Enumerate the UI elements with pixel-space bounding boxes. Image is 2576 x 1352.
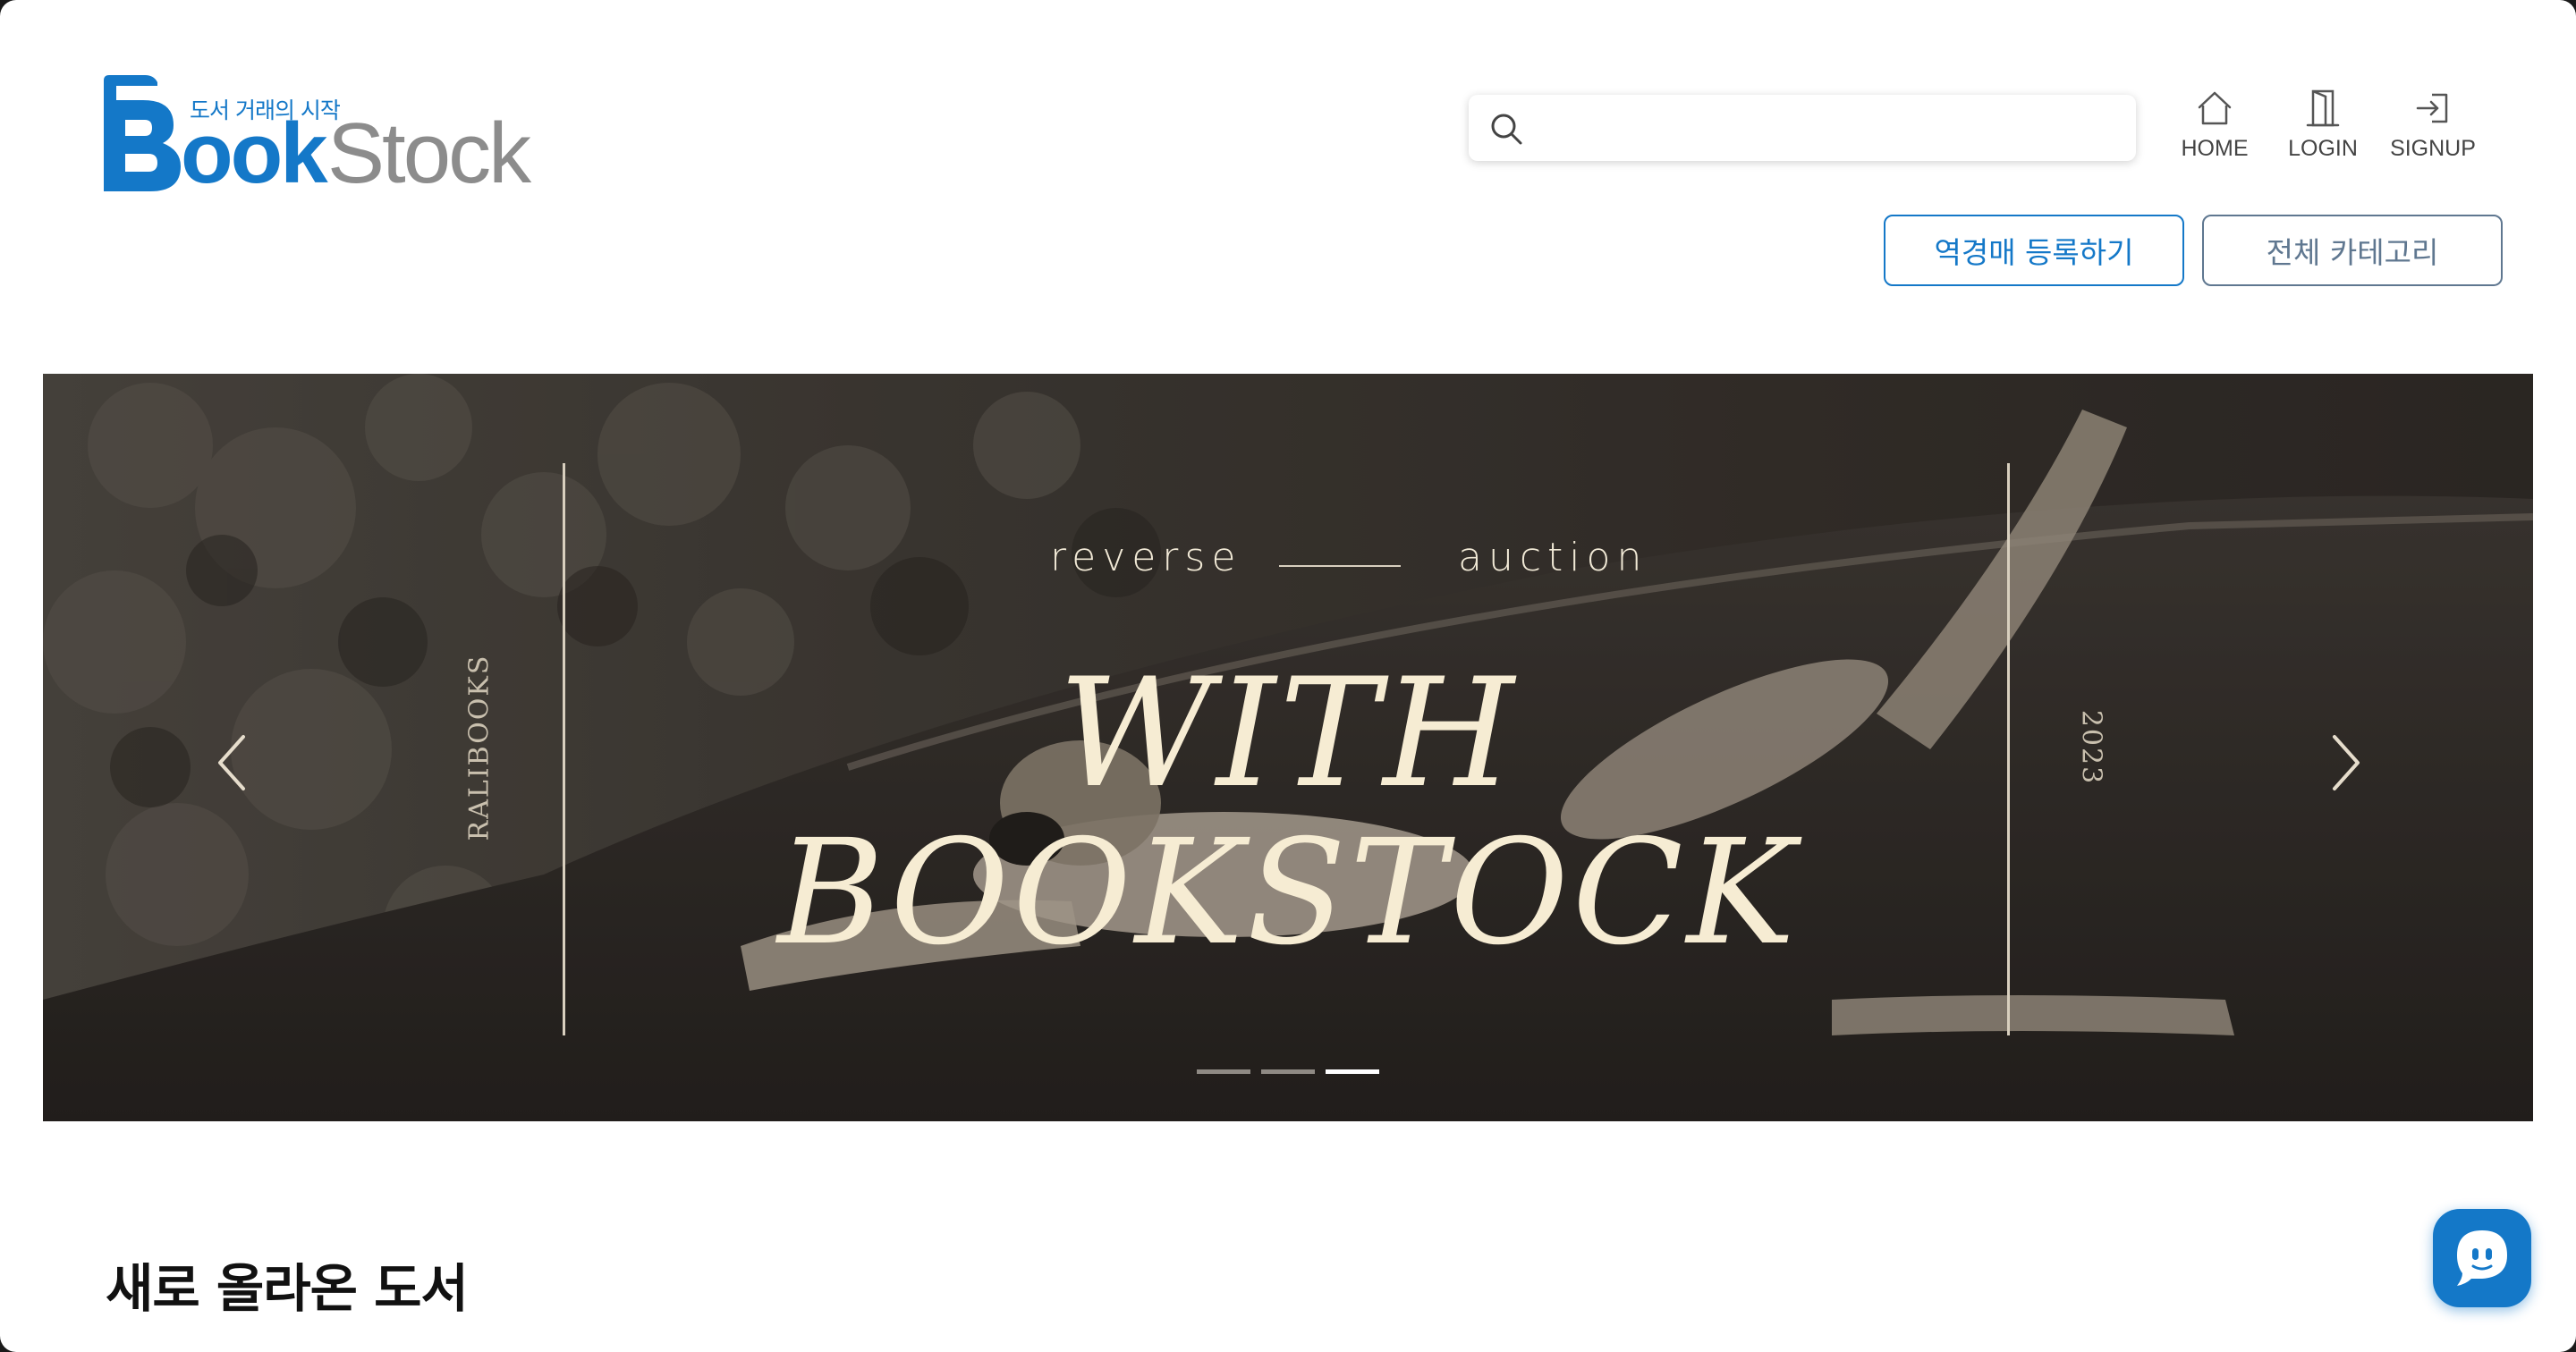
search-icon[interactable] [1488,111,1524,147]
hero-banner-carousel: RALIBOOKS 2023 reverse auction WITH BOOK… [43,374,2533,1121]
nav-home-label: HOME [2181,136,2249,161]
search-input[interactable] [1540,106,2116,152]
banner-kicker-auction: auction [1458,535,1648,580]
reverse-auction-register-button[interactable]: 역경매 등록하기 [1884,215,2184,286]
carousel-dot-3[interactable] [1326,1069,1379,1074]
search-bar[interactable] [1469,95,2136,161]
home-icon [2198,91,2232,125]
chat-button[interactable] [2433,1209,2531,1307]
all-categories-button[interactable]: 전체 카테고리 [2202,215,2503,286]
logo-text-stock: Stock [327,106,531,201]
sign-in-icon [2416,93,2448,123]
carousel-dot-2[interactable] [1261,1069,1315,1074]
banner-kicker-reverse: reverse [1050,535,1242,580]
nav-signup[interactable]: SIGNUP [2379,88,2487,168]
nav-signup-label: SIGNUP [2390,136,2476,161]
banner-headline-line2: BOOKSTOCK [777,809,1799,977]
banner-headline-line1: WITH [1058,646,1518,821]
page: 도서 거래의 시작 ook Stock HOME LOGIN SIGNUP 역경… [0,0,2576,1352]
nav-home[interactable]: HOME [2161,88,2268,168]
new-books-section-title: 새로 올라온 도서 [106,1258,469,1319]
carousel-dot-1[interactable] [1197,1069,1250,1074]
logo-b-book-icon [104,75,181,191]
logo-text-book: ook [181,106,328,201]
nav-login[interactable]: LOGIN [2269,88,2377,168]
door-icon [2306,89,2340,127]
chevron-left-icon[interactable] [204,722,258,803]
banner-kicker-divider [1279,565,1401,567]
bookstock-logo[interactable]: 도서 거래의 시작 ook Stock [98,75,546,201]
chat-bubble-icon [2457,1230,2507,1286]
nav-login-label: LOGIN [2288,136,2358,161]
chevron-right-icon[interactable] [2320,722,2374,803]
